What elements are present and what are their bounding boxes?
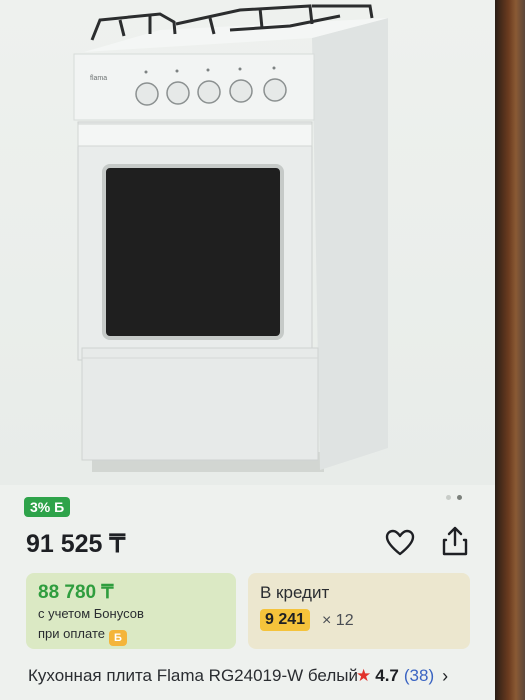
- reviews-count[interactable]: (38): [404, 666, 434, 686]
- credit-title: В кредит: [260, 583, 330, 602]
- carousel-dots: [446, 495, 462, 500]
- stove-illustration: flama: [73, 4, 388, 472]
- share-button[interactable]: [438, 524, 472, 558]
- heart-icon: [385, 529, 415, 556]
- chevron-right-icon[interactable]: ›: [442, 666, 448, 687]
- product-screen: flama 3% Б 91 525 ₸ 88 780 ₸ с учетом Бо…: [0, 0, 495, 700]
- credit-card[interactable]: В кредит 9 241 × 12: [248, 573, 470, 649]
- rating[interactable]: ★ 4.7 (38) ›: [356, 664, 448, 688]
- bonus-note-text: при оплате: [38, 626, 105, 641]
- product-image[interactable]: flama: [0, 0, 495, 485]
- device-frame: [495, 0, 525, 700]
- bonus-note-payment: при оплате Б: [38, 626, 127, 646]
- product-title: Кухонная плита Flama RG24019-W белый: [28, 666, 358, 685]
- share-icon: [442, 526, 468, 556]
- star-icon: ★: [356, 666, 372, 685]
- svg-text:flama: flama: [90, 75, 107, 82]
- bonus-badge: 3% Б: [24, 497, 71, 517]
- bonus-coin-icon: Б: [108, 630, 127, 646]
- bonus-note: с учетом Бонусов: [38, 606, 144, 621]
- credit-monthly-amount: 9 241: [260, 609, 311, 631]
- carousel-dot-active[interactable]: [457, 495, 462, 500]
- bonus-price: 88 780 ₸: [38, 582, 114, 603]
- rating-value: 4.7: [375, 666, 399, 685]
- bonus-price-card[interactable]: 88 780 ₸ с учетом Бонусов при оплате Б: [26, 573, 236, 649]
- favorite-button[interactable]: [384, 527, 416, 559]
- price: 91 525 ₸: [26, 530, 126, 558]
- credit-term: × 12: [322, 612, 354, 629]
- carousel-dot[interactable]: [446, 495, 451, 500]
